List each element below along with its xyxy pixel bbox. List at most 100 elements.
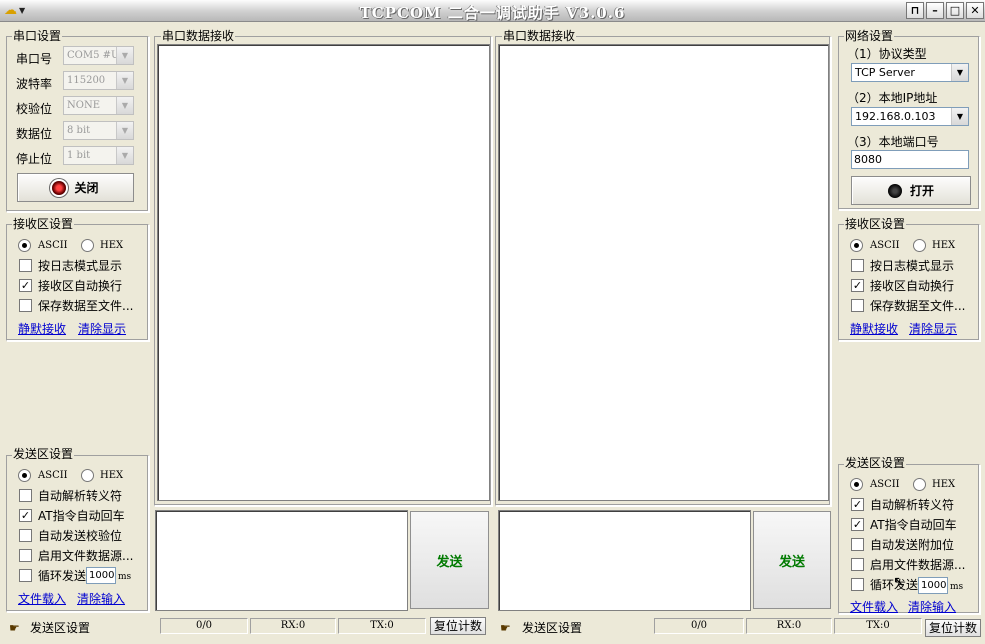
port-label: 串口号 <box>16 52 53 66</box>
send-right-ascii-radio[interactable] <box>850 478 863 491</box>
mouse-cursor-icon: ↖ <box>893 574 905 590</box>
recv-panel-right-title: 串口数据接收 <box>502 29 577 43</box>
recv-left-log-checkbox[interactable] <box>19 259 32 272</box>
recv-right-save-checkbox[interactable] <box>851 299 864 312</box>
send-right-load-link[interactable]: 文件载入 <box>850 600 898 614</box>
status-right-rx: RX:0 <box>746 618 832 634</box>
send-left-interval-input[interactable]: 1000 <box>86 567 116 584</box>
send-right-loop-checkbox[interactable] <box>851 578 864 591</box>
status-left-tx: TX:0 <box>338 618 426 634</box>
recv-left-ascii-label: ASCII <box>38 240 68 251</box>
recv-left-silent-link[interactable]: 静默接收 <box>18 322 66 336</box>
recv-left-save-label: 保存数据至文件... <box>38 299 134 313</box>
chevron-down-icon: ▼ <box>951 108 968 125</box>
send-right-interval-input[interactable]: 1000 <box>918 577 948 594</box>
send-button-left[interactable]: 发送 <box>410 511 489 609</box>
chevron-down-icon: ▼ <box>951 64 968 81</box>
serial-settings-title: 串口设置 <box>12 29 63 43</box>
send-input-right[interactable] <box>498 510 751 611</box>
databits-select[interactable]: 8 bit ▼ <box>63 121 134 140</box>
stopbits-select[interactable]: 1 bit ▼ <box>63 146 134 165</box>
send-left-loop-checkbox[interactable] <box>19 569 32 582</box>
send-right-file-label: 启用文件数据源... <box>870 558 966 572</box>
send-left-ascii-radio[interactable] <box>18 469 31 482</box>
send-left-escape-checkbox[interactable] <box>19 489 32 502</box>
close-icon[interactable]: ✕ <box>966 2 984 19</box>
status-left-send-settings[interactable]: 发送区设置 <box>30 621 90 635</box>
databits-label: 数据位 <box>16 127 53 141</box>
recv-right-wrap-label: 接收区自动换行 <box>870 279 955 293</box>
recv-right-hex-label: HEX <box>932 240 956 251</box>
baud-select[interactable]: 115200 ▼ <box>63 71 134 90</box>
recv-left-clear-link[interactable]: 清除显示 <box>78 322 126 336</box>
parity-select[interactable]: NONE ▼ <box>63 96 134 115</box>
send-right-interval-unit: ms <box>950 582 964 592</box>
send-right-append-checkbox[interactable] <box>851 538 864 551</box>
recv-right-clear-link[interactable]: 清除显示 <box>909 322 957 336</box>
send-left-loop-label: 循环发送 <box>38 569 87 583</box>
recv-left-save-checkbox[interactable] <box>19 299 32 312</box>
serial-close-button[interactable]: 关闭 <box>17 173 134 202</box>
maximize-icon[interactable]: □ <box>946 2 964 19</box>
send-button-right[interactable]: 发送 <box>753 511 831 609</box>
recv-right-wrap-checkbox[interactable]: ✓ <box>851 279 864 292</box>
parity-label: 校验位 <box>16 102 53 116</box>
status-lamp-icon <box>52 180 67 195</box>
chevron-down-icon: ▼ <box>116 97 133 114</box>
recv-left-wrap-checkbox[interactable]: ✓ <box>19 279 32 292</box>
send-right-clear-link[interactable]: 清除输入 <box>908 600 956 614</box>
recv-settings-right-title: 接收区设置 <box>844 217 907 231</box>
send-input-left[interactable] <box>155 510 408 611</box>
send-left-load-link[interactable]: 文件载入 <box>18 592 66 606</box>
status-right-send-settings[interactable]: 发送区设置 <box>522 621 582 635</box>
recv-area-right[interactable] <box>498 44 829 501</box>
send-right-at-checkbox[interactable]: ✓ <box>851 518 864 531</box>
recv-right-ascii-label: ASCII <box>870 240 900 251</box>
chevron-down-icon: ▼ <box>116 72 133 89</box>
minimize-icon[interactable]: – <box>926 2 944 19</box>
recv-right-hex-radio[interactable] <box>913 239 926 252</box>
send-left-clear-link[interactable]: 清除输入 <box>77 592 125 606</box>
status-left-rx: RX:0 <box>250 618 336 634</box>
local-ip-label: （2）本地IP地址 <box>847 91 938 105</box>
app-menu-icon[interactable]: ☁ ▼ <box>4 2 36 18</box>
net-open-button[interactable]: 打开 <box>851 176 971 205</box>
chevron-down-icon: ▼ <box>116 47 133 64</box>
send-left-at-label: AT指令自动回车 <box>38 509 125 523</box>
status-left-reset-button[interactable]: 复位计数 <box>430 617 486 635</box>
protocol-select[interactable]: TCP Server ▼ <box>851 63 969 82</box>
send-settings-left-title: 发送区设置 <box>12 447 75 461</box>
recv-right-log-checkbox[interactable] <box>851 259 864 272</box>
send-right-hex-radio[interactable] <box>913 478 926 491</box>
send-right-escape-label: 自动解析转义符 <box>870 498 955 512</box>
send-right-file-checkbox[interactable] <box>851 558 864 571</box>
status-lamp-icon <box>887 183 902 198</box>
status-left-count: 0/0 <box>160 618 248 634</box>
status-right-reset-button[interactable]: 复位计数 <box>925 619 981 637</box>
recv-left-ascii-radio[interactable] <box>18 239 31 252</box>
recv-panel-left-title: 串口数据接收 <box>161 29 236 43</box>
recv-left-hex-radio[interactable] <box>81 239 94 252</box>
send-right-ascii-label: ASCII <box>870 479 900 490</box>
status-right-count: 0/0 <box>654 618 744 634</box>
protocol-label: （1）协议类型 <box>847 47 927 61</box>
send-left-checksum-checkbox[interactable] <box>19 529 32 542</box>
send-left-ascii-label: ASCII <box>38 470 68 481</box>
recv-right-silent-link[interactable]: 静默接收 <box>850 322 898 336</box>
send-right-append-label: 自动发送附加位 <box>870 538 955 552</box>
recv-area-left[interactable] <box>157 44 490 501</box>
send-right-escape-checkbox[interactable]: ✓ <box>851 498 864 511</box>
send-left-file-label: 启用文件数据源... <box>38 549 134 563</box>
local-ip-select[interactable]: 192.168.0.103 ▼ <box>851 107 969 126</box>
local-port-input[interactable]: 8080 <box>851 150 969 169</box>
recv-right-ascii-radio[interactable] <box>850 239 863 252</box>
hand-pointer-icon: ☛ <box>9 621 20 635</box>
send-left-hex-radio[interactable] <box>81 469 94 482</box>
port-select[interactable]: COM5 #US▼ <box>63 46 134 65</box>
send-left-file-checkbox[interactable] <box>19 549 32 562</box>
send-right-at-label: AT指令自动回车 <box>870 518 957 532</box>
pin-icon[interactable]: ⊓ <box>906 2 924 19</box>
recv-settings-left-title: 接收区设置 <box>12 217 75 231</box>
send-left-at-checkbox[interactable]: ✓ <box>19 509 32 522</box>
stopbits-label: 停止位 <box>16 152 53 166</box>
